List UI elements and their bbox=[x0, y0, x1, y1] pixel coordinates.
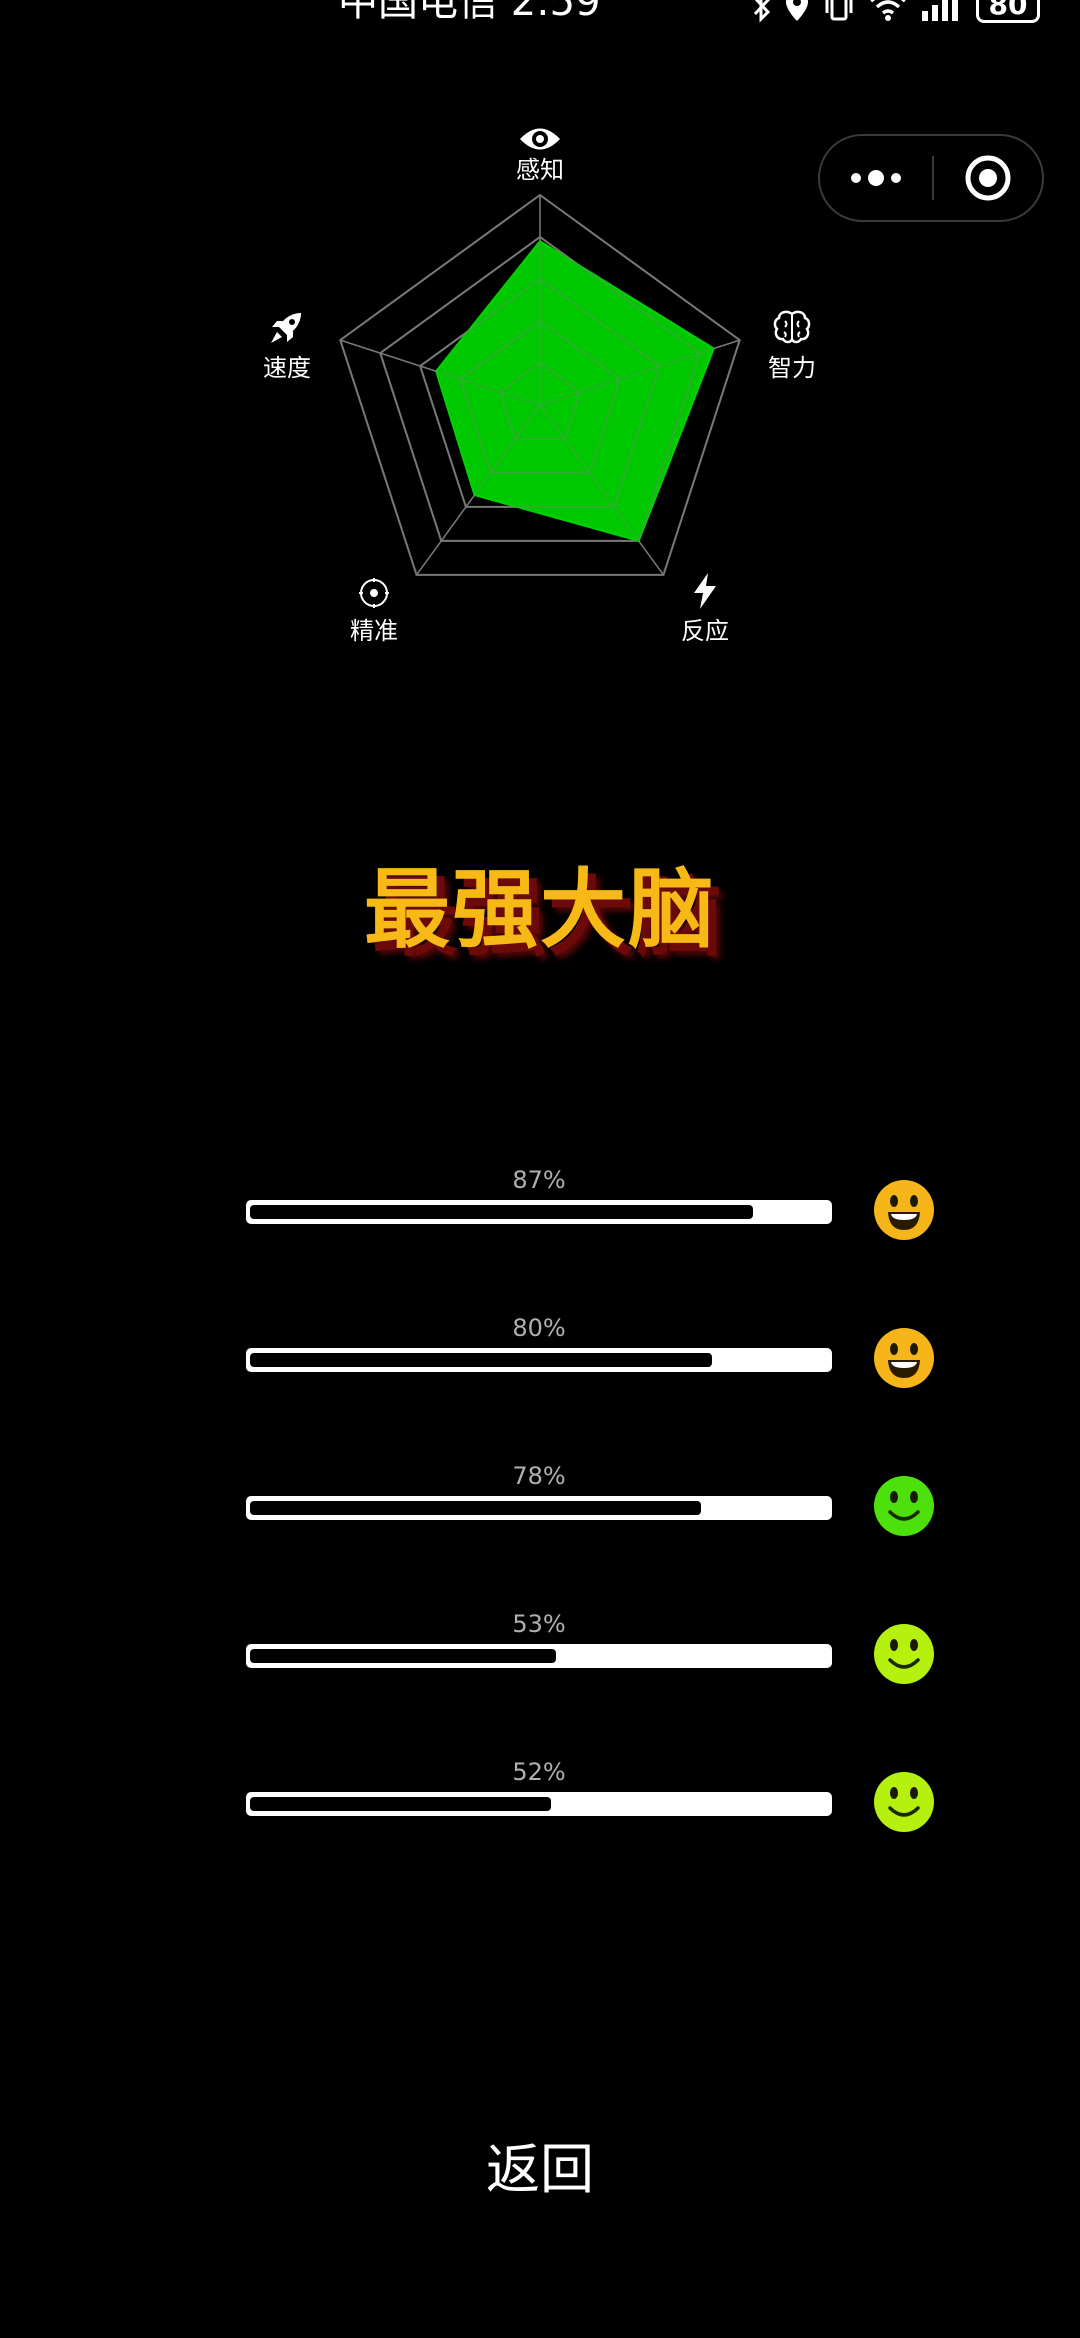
radar-chart bbox=[339, 193, 741, 576]
progress-track bbox=[246, 1348, 832, 1372]
radar-label-speed: 速度 bbox=[263, 354, 311, 382]
progress-row: 52% bbox=[246, 1758, 946, 1838]
brain-icon bbox=[773, 310, 811, 344]
progress-percent: 80% bbox=[512, 1314, 566, 1342]
progress-percent: 78% bbox=[512, 1462, 566, 1490]
progress-row: 87% bbox=[246, 1166, 946, 1246]
progress-fill bbox=[250, 1797, 551, 1811]
smiling-face-icon bbox=[874, 1772, 934, 1832]
page-title: 最强大脑 bbox=[364, 860, 716, 960]
progress-track bbox=[246, 1792, 832, 1816]
progress-track bbox=[246, 1644, 832, 1668]
target-icon bbox=[359, 578, 389, 608]
radar-label-precision: 精准 bbox=[350, 617, 398, 645]
grinning-face-icon bbox=[874, 1328, 934, 1388]
progress-row: 78% bbox=[246, 1462, 946, 1542]
smiling-face-icon bbox=[874, 1624, 934, 1684]
progress-track bbox=[246, 1496, 832, 1520]
lightning-icon bbox=[694, 573, 716, 609]
grinning-face-icon bbox=[874, 1180, 934, 1240]
radar-label-perception: 感知 bbox=[516, 156, 564, 184]
rocket-icon bbox=[271, 313, 301, 343]
progress-fill bbox=[250, 1205, 753, 1219]
progress-percent: 52% bbox=[512, 1758, 566, 1786]
progress-percent: 87% bbox=[512, 1166, 566, 1194]
progress-row: 53% bbox=[246, 1610, 946, 1690]
smiling-face-icon bbox=[874, 1476, 934, 1536]
progress-row: 80% bbox=[246, 1314, 946, 1394]
progress-track bbox=[246, 1200, 832, 1224]
progress-percent: 53% bbox=[512, 1610, 566, 1638]
radar-label-intelligence: 智力 bbox=[768, 354, 816, 382]
progress-fill bbox=[250, 1353, 712, 1367]
progress-fill bbox=[250, 1649, 556, 1663]
back-button[interactable]: 返回 bbox=[390, 2130, 690, 2210]
radar-area bbox=[435, 239, 715, 543]
radar-label-reaction: 反应 bbox=[681, 617, 729, 645]
eye-icon bbox=[520, 128, 560, 150]
progress-fill bbox=[250, 1501, 701, 1515]
